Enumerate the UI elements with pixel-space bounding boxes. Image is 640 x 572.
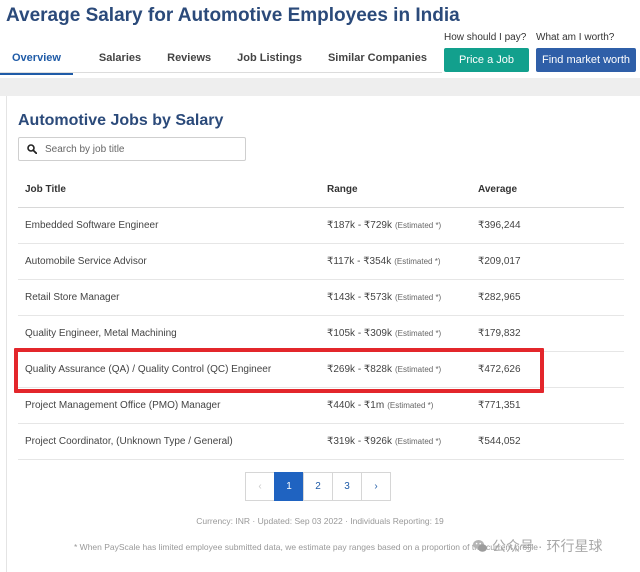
range-cell: ₹143k - ₹573k (Estimated *): [320, 292, 471, 303]
estimated-label: (Estimated *): [394, 365, 442, 374]
table-row[interactable]: Quality Engineer, Metal Machining ₹105k …: [18, 316, 624, 352]
range-cell: ₹440k - ₹1m (Estimated *): [320, 400, 471, 411]
table-row[interactable]: Retail Store Manager ₹143k - ₹573k (Estim…: [18, 280, 624, 316]
watermark-text: 公众号 · 环行星球: [492, 538, 603, 554]
range-value: ₹440k - ₹1m: [327, 400, 385, 411]
page-3-button[interactable]: 3: [332, 472, 362, 501]
range-value: ₹143k - ₹573k: [327, 292, 392, 303]
job-title-cell[interactable]: Quality Assurance (QA) / Quality Control…: [18, 364, 320, 375]
wechat-icon: [473, 540, 487, 552]
range-value: ₹117k - ₹354k: [327, 256, 392, 267]
average-cell: ₹396,244: [478, 220, 521, 231]
page-2-button[interactable]: 2: [303, 472, 333, 501]
pagination: ‹ 1 2 3 ›: [245, 472, 391, 501]
average-cell: ₹209,017: [478, 256, 521, 267]
average-cell: ₹544,052: [478, 436, 521, 447]
job-title-cell[interactable]: Retail Store Manager: [18, 292, 320, 303]
market-worth-block: What am I worth? Find market worth: [536, 32, 636, 72]
average-cell: ₹771,351: [478, 400, 521, 411]
job-search-input[interactable]: [45, 143, 235, 155]
range-value: ₹319k - ₹926k: [327, 436, 392, 447]
header-job-title[interactable]: Job Title: [18, 184, 320, 195]
header-average[interactable]: Average: [471, 184, 621, 195]
price-job-block: How should I pay? Price a Job: [444, 32, 534, 72]
next-page-button[interactable]: ›: [361, 472, 391, 501]
job-title-cell[interactable]: Project Coordinator, (Unknown Type / Gen…: [18, 436, 320, 447]
job-title-cell[interactable]: Automobile Service Advisor: [18, 256, 320, 267]
range-cell: ₹187k - ₹729k (Estimated *): [320, 220, 471, 231]
report-meta: Currency: INR · Updated: Sep 03 2022 · I…: [196, 516, 444, 526]
table-row[interactable]: Project Coordinator, (Unknown Type / Gen…: [18, 424, 624, 460]
table-row[interactable]: Embedded Software Engineer ₹187k - ₹729k…: [18, 208, 624, 244]
search-icon: [27, 144, 37, 154]
range-cell: ₹269k - ₹828k (Estimated *): [320, 364, 471, 375]
estimated-label: (Estimated *): [387, 401, 434, 410]
card-border: [6, 96, 7, 572]
range-value: ₹187k - ₹729k: [327, 220, 392, 231]
job-search-box[interactable]: [18, 137, 246, 161]
salary-table: Job Title Range Average Embedded Softwar…: [18, 172, 624, 460]
find-market-worth-button[interactable]: Find market worth: [536, 48, 636, 72]
watermark: 公众号 · 环行星球: [472, 536, 602, 556]
prev-page-button[interactable]: ‹: [245, 472, 275, 501]
average-cell: ₹472,626: [478, 364, 521, 375]
section-separator: [0, 78, 640, 96]
job-title-cell[interactable]: Quality Engineer, Metal Machining: [18, 328, 320, 339]
estimated-label: (Estimated *): [394, 329, 442, 338]
range-value: ₹269k - ₹828k: [327, 364, 392, 375]
range-cell: ₹319k - ₹926k (Estimated *): [320, 436, 471, 447]
job-title-cell[interactable]: Project Management Office (PMO) Manager: [18, 400, 320, 411]
estimated-label: (Estimated *): [394, 257, 441, 266]
price-a-job-button[interactable]: Price a Job: [444, 48, 529, 72]
section-title: Automotive Jobs by Salary: [18, 112, 224, 129]
job-title-cell[interactable]: Embedded Software Engineer: [18, 220, 320, 231]
page-1-button[interactable]: 1: [274, 472, 304, 501]
page-title: Average Salary for Automotive Employees …: [6, 5, 460, 26]
worth-caption: What am I worth?: [536, 32, 615, 43]
pay-caption: How should I pay?: [444, 32, 527, 43]
average-cell: ₹282,965: [478, 292, 521, 303]
average-cell: ₹179,832: [478, 328, 521, 339]
range-cell: ₹105k - ₹309k (Estimated *): [320, 328, 471, 339]
table-row[interactable]: Quality Assurance (QA) / Quality Control…: [18, 352, 624, 388]
estimated-label: (Estimated *): [394, 221, 442, 230]
tab-divider: [0, 72, 442, 73]
table-header: Job Title Range Average: [18, 172, 624, 208]
range-cell: ₹117k - ₹354k (Estimated *): [320, 256, 471, 267]
table-row[interactable]: Project Management Office (PMO) Manager …: [18, 388, 624, 424]
range-value: ₹105k - ₹309k: [327, 328, 392, 339]
estimate-note: * When PayScale has limited employee sub…: [74, 542, 538, 552]
estimated-label: (Estimated *): [394, 293, 442, 302]
header-range[interactable]: Range: [320, 184, 471, 195]
table-row[interactable]: Automobile Service Advisor ₹117k - ₹354k…: [18, 244, 624, 280]
estimated-label: (Estimated *): [394, 437, 442, 446]
